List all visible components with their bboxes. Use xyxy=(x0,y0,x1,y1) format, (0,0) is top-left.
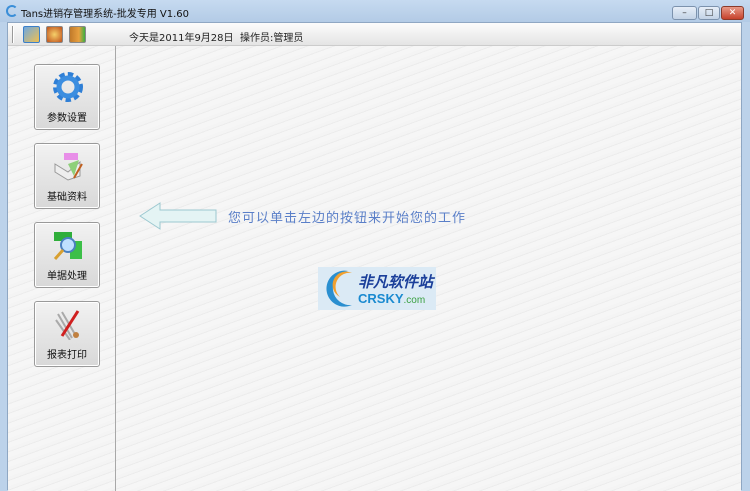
book-icon xyxy=(54,153,83,181)
maximize-button[interactable]: □ xyxy=(698,6,720,20)
content-area: 参数设置 基础资料 单据处理 报表打印 您可以单击左边的按钮来开始您的工作 非凡… xyxy=(8,46,741,491)
sidebar-item-label: 参数设置 xyxy=(47,113,87,124)
hint-text: 您可以单击左边的按钮来开始您的工作 xyxy=(228,211,467,226)
logo-suffix: .com xyxy=(403,295,426,306)
sidebar-item-label: 报表打印 xyxy=(47,350,87,361)
sidebar-item-label: 基础资料 xyxy=(47,192,87,203)
toolbar: 今天是2011年9月28日 操作员:管理员 xyxy=(8,23,741,46)
operator-text: 操作员:管理员 xyxy=(240,33,304,44)
exit-icon[interactable] xyxy=(69,26,86,43)
close-button[interactable]: ✕ xyxy=(721,6,744,20)
sidebar-divider xyxy=(115,46,116,491)
minimize-button[interactable]: – xyxy=(672,6,697,20)
logo-en: CRSKY xyxy=(358,291,404,306)
crsky-logo: 非凡软件站 CRSKY.com xyxy=(318,267,436,310)
sidebar-item-settings[interactable]: 参数设置 xyxy=(34,64,100,130)
sidebar-item-basic-data[interactable]: 基础资料 xyxy=(34,143,100,209)
sidebar-item-documents[interactable]: 单据处理 xyxy=(34,222,100,288)
app-icon xyxy=(6,5,18,17)
logo-cn: 非凡软件站 xyxy=(358,273,434,291)
main-window: 今天是2011年9月28日 操作员:管理员 参数设置 基础资料 单据处理 报表打… xyxy=(7,22,742,491)
toolbar-grip xyxy=(12,26,14,43)
document-search-icon xyxy=(53,232,82,260)
sidebar-item-reports[interactable]: 报表打印 xyxy=(34,301,100,367)
sidebar-item-label: 单据处理 xyxy=(47,271,87,282)
gear-icon xyxy=(53,72,83,102)
help-icon[interactable] xyxy=(46,26,63,43)
report-print-icon xyxy=(55,310,80,340)
title-bar: Tans进销存管理系统-批发专用 V1.60 – □ ✕ xyxy=(0,0,750,22)
settings-icon[interactable] xyxy=(23,26,40,43)
arrow-left-icon xyxy=(139,202,217,230)
date-text: 今天是2011年9月28日 xyxy=(129,33,234,44)
window-title: Tans进销存管理系统-批发专用 V1.60 xyxy=(21,9,190,20)
